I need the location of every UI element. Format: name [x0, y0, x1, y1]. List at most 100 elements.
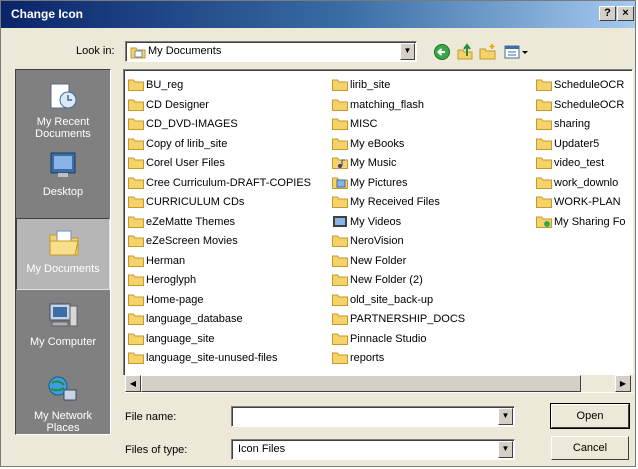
folder-icon: [128, 78, 144, 91]
chevron-down-icon[interactable]: ▼: [498, 408, 513, 425]
desktop-icon: [50, 152, 76, 177]
file-name: My Videos: [350, 215, 402, 228]
folder-icon: [128, 137, 144, 150]
files-of-type-dropdown[interactable]: Icon Files ▼: [231, 439, 515, 460]
music-folder-icon: [332, 156, 348, 169]
horizontal-scrollbar[interactable]: ◀ ▶: [123, 375, 633, 392]
file-name: sharing: [554, 118, 591, 130]
file-name: CD Designer: [146, 98, 209, 111]
folder-icon: [128, 351, 144, 364]
folder-icon: [332, 351, 348, 364]
place-my-computer[interactable]: My Computer: [16, 292, 110, 364]
file-name-label: File name:: [125, 411, 177, 423]
file-name: Herman: [146, 254, 186, 267]
file-name: old_site_back-up: [350, 293, 434, 306]
file-name: BU_reg: [146, 79, 184, 91]
file-name: My Received Files: [350, 196, 440, 208]
scroll-right-icon[interactable]: ▶: [615, 375, 631, 392]
place-label: My Recent Documents: [35, 116, 91, 140]
file-name: My Pictures: [350, 176, 408, 189]
views-menu-icon[interactable]: [503, 43, 529, 61]
folder-icon: [536, 78, 552, 91]
look-in-dropdown[interactable]: My Documents ▼: [125, 41, 417, 62]
network-places-icon: [48, 376, 77, 401]
file-name: Cree Curriculum-DRAFT-COPIES: [146, 176, 312, 189]
scroll-left-icon[interactable]: ◀: [125, 375, 141, 392]
file-name: Pinnacle Studio: [350, 332, 427, 345]
files-of-type-value: Icon Files: [238, 443, 286, 455]
file-name: Updater5: [554, 137, 600, 150]
file-name: My Sharing Fo: [554, 215, 626, 228]
my-computer-icon: [49, 303, 78, 327]
folder-icon: [332, 312, 348, 325]
file-name: PARTNERSHIP_DOCS: [350, 313, 466, 325]
file-name: NeroVision: [350, 235, 404, 247]
chevron-down-icon[interactable]: ▼: [400, 43, 415, 60]
folder-icon: [536, 98, 552, 111]
folder-icon: [332, 332, 348, 345]
folder-icon: [128, 215, 144, 228]
file-list[interactable]: BU_reg CD Designer CD_DVD-IMAGES Copy of li…: [123, 69, 633, 393]
folder-icon: [332, 117, 348, 130]
file-name-input[interactable]: ▼: [231, 406, 515, 427]
chevron-down-icon[interactable]: ▼: [498, 441, 513, 458]
file-name: eZeMatte Themes: [146, 215, 236, 228]
folder-icon: [128, 293, 144, 306]
file-name: Copy of lirib_site: [146, 137, 228, 150]
folder-icon: [332, 137, 348, 150]
file-name: work_downlo: [554, 176, 619, 189]
file-name: language_site-unused-files: [146, 352, 278, 364]
file-name: CURRICULUM CDs: [146, 196, 245, 208]
cancel-button[interactable]: Cancel: [551, 436, 629, 460]
up-folder-icon[interactable]: [456, 43, 474, 61]
pictures-folder-icon: [332, 176, 348, 189]
my-documents-icon: [49, 230, 79, 256]
file-name: ScheduleOCR: [554, 79, 625, 91]
back-arrow-icon[interactable]: [433, 43, 451, 61]
open-button[interactable]: Open: [550, 403, 630, 429]
folder-icon: [536, 156, 552, 169]
place-desktop[interactable]: Desktop: [16, 142, 110, 214]
folder-icon: [332, 254, 348, 267]
folder-icon: [332, 78, 348, 91]
recent-documents-icon: [50, 83, 77, 109]
close-button[interactable]: ×: [617, 6, 634, 21]
look-in-value: My Documents: [148, 45, 222, 57]
folder-icon: [128, 254, 144, 267]
file-name: CD_DVD-IMAGES: [146, 118, 238, 130]
folder-icon: [128, 332, 144, 345]
file-name: Corel User Files: [146, 157, 225, 169]
scroll-thumb[interactable]: [141, 375, 581, 392]
videos-folder-icon: [332, 215, 348, 228]
place-my-documents[interactable]: My Documents: [16, 218, 110, 290]
title-bar[interactable]: Change Icon ? ×: [1, 1, 635, 28]
folder-icon: [128, 98, 144, 111]
file-name: matching_flash: [350, 98, 424, 111]
folder-icon: [536, 176, 552, 189]
change-icon-dialog: Change Icon ? × Look in: My Documents ▼: [0, 0, 636, 467]
folder-icon: [332, 98, 348, 111]
place-recent-documents[interactable]: My Recent Documents: [16, 72, 110, 144]
sharing-folder-icon: [536, 215, 552, 228]
folder-icon: [332, 273, 348, 286]
folder-icon: [332, 293, 348, 306]
file-name: MISC: [350, 118, 378, 130]
file-name: language_database: [146, 313, 243, 325]
place-label: My Network Places: [33, 410, 93, 434]
file-name: video_test: [554, 157, 605, 169]
file-name: My Music: [350, 157, 397, 169]
file-name: ScheduleOCR: [554, 98, 625, 111]
help-button[interactable]: ?: [599, 6, 616, 21]
place-network-places[interactable]: My Network Places: [16, 366, 110, 438]
folder-icon: [128, 195, 144, 208]
files-of-type-label: Files of type:: [125, 444, 188, 456]
file-name: New Folder: [350, 254, 407, 267]
folder-icon: [128, 176, 144, 189]
file-name: New Folder (2): [350, 274, 423, 286]
file-name: Home-page: [146, 293, 204, 306]
window-title: Change Icon: [11, 7, 84, 21]
file-name: lirib_site: [350, 79, 391, 91]
place-label: My Computer: [29, 336, 97, 348]
new-folder-icon[interactable]: [479, 43, 497, 61]
file-name: eZeScreen Movies: [146, 235, 238, 247]
